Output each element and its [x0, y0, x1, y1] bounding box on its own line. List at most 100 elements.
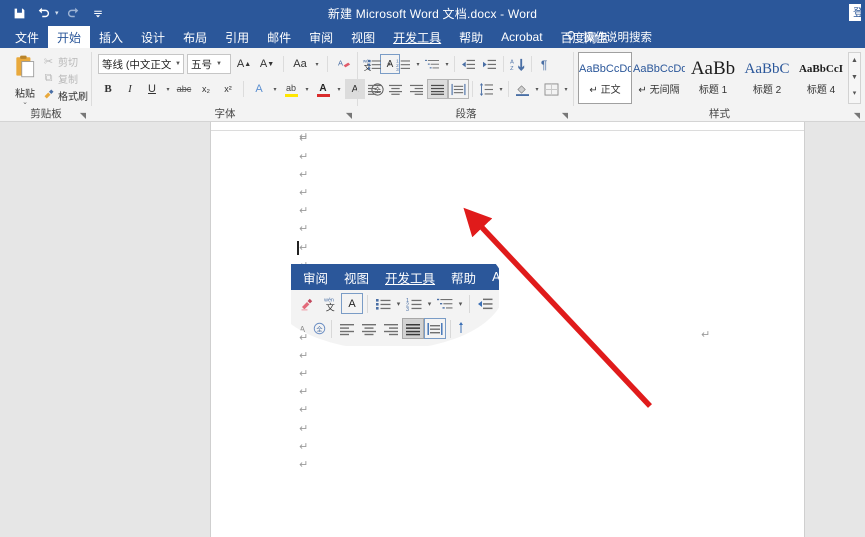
cut-button[interactable]: ✂ 剪切 [42, 53, 88, 70]
copy-button[interactable]: ⧉ 复制 [42, 70, 88, 87]
bullets-caret[interactable]: ▾ [385, 61, 393, 68]
font-name-combo[interactable]: 等线 (中文正文) ▼ [98, 54, 184, 74]
italic-button[interactable]: I [120, 79, 140, 99]
font-color-caret[interactable]: ▾ [335, 86, 343, 93]
strikethrough-button[interactable]: abc [174, 79, 194, 99]
styles-gallery-scrollbar[interactable]: ▲ ▼ ▾ [848, 52, 861, 104]
numbering-icon[interactable]: 123 [403, 293, 425, 314]
font-dialog-launcher[interactable]: ◥ [344, 110, 354, 120]
magnified-tab-3[interactable]: 帮助 [443, 268, 484, 287]
change-case-caret[interactable]: ▾ [313, 61, 321, 68]
style-item-4[interactable]: AaBbCcI 标题 4 [794, 52, 848, 104]
text-effects-icon[interactable]: A [249, 79, 269, 99]
numbering-icon[interactable]: 123 [393, 54, 414, 74]
styles-scroll-up-icon[interactable]: ▲ [849, 53, 860, 70]
sign-in-button[interactable]: 登 [848, 3, 862, 22]
style-item-1[interactable]: AaBbCcDd ↵ 无间隔 [632, 52, 686, 104]
char-border-icon[interactable]: A [341, 293, 363, 314]
paragraph-dialog-launcher[interactable]: ◥ [560, 110, 570, 120]
shading-icon[interactable] [512, 79, 533, 99]
align-center-icon[interactable] [385, 79, 406, 99]
decrease-indent-icon[interactable] [458, 54, 479, 74]
shrink-font-button[interactable]: A ▼ [257, 54, 277, 74]
ribbon-tab-5[interactable]: 引用 [216, 26, 258, 48]
format-painter-label: 格式刷 [58, 92, 88, 103]
underline-caret[interactable]: ▾ [164, 86, 172, 93]
multilevel-list-icon[interactable] [434, 293, 456, 314]
align-center-icon[interactable] [358, 318, 380, 339]
numbering-caret[interactable]: ▾ [414, 61, 422, 68]
shading-caret[interactable]: ▾ [533, 86, 541, 93]
ribbon-tab-11[interactable]: Acrobat [492, 26, 551, 48]
highlight-icon[interactable] [297, 293, 319, 314]
bullets-icon[interactable] [372, 293, 394, 314]
ribbon-tab-strip: 文件 开始 插入 设计 布局 引用 邮件 审阅 视图 开发工具 帮助 Acrobat 百度网盘 操作说明… [0, 26, 865, 48]
subscript-button[interactable]: x₂ [196, 79, 216, 99]
styles-scroll-down-icon[interactable]: ▼ [849, 70, 860, 87]
multilevel-list-icon[interactable] [422, 54, 443, 74]
borders-caret[interactable]: ▾ [562, 86, 570, 93]
font-color-icon[interactable]: A [313, 79, 333, 99]
format-painter-button[interactable]: 格式刷 [42, 87, 88, 104]
ribbon-tab-4[interactable]: 布局 [174, 26, 216, 48]
ribbon-tab-6[interactable]: 邮件 [258, 26, 300, 48]
style-item-3[interactable]: AaBbC 标题 2 [740, 52, 794, 104]
text-effects-caret[interactable]: ▾ [271, 86, 279, 93]
numbering-caret[interactable]: ▾ [425, 300, 434, 308]
show-formatting-marks-icon[interactable]: ¶ [535, 54, 556, 74]
title-bar: ▾ 新建 Microsoft Word 文档.docx - Word 登 [0, 0, 865, 26]
justify-icon[interactable] [402, 318, 424, 339]
align-right-icon[interactable] [406, 79, 427, 99]
highlight-icon[interactable]: ab [281, 79, 301, 99]
ribbon-tab-8[interactable]: 视图 [342, 26, 384, 48]
superscript-button[interactable]: x² [218, 79, 238, 99]
font-size-value: 五号 [191, 58, 212, 71]
justify-icon[interactable] [427, 79, 448, 99]
styles-dialog-launcher[interactable]: ◥ [852, 110, 862, 120]
align-left-icon[interactable] [336, 318, 358, 339]
distributed-align-icon[interactable] [448, 79, 469, 99]
font-size-combo[interactable]: 五号 ▼ [187, 54, 231, 74]
phonetic-guide-icon[interactable]: wén 文 [319, 293, 341, 314]
multilevel-caret[interactable]: ▾ [456, 300, 465, 308]
distributed-align-icon[interactable] [424, 318, 446, 339]
line-spacing-caret[interactable]: ▾ [497, 86, 505, 93]
decrease-indent-icon[interactable] [474, 293, 496, 314]
grow-font-button[interactable]: A ▲ [234, 54, 254, 74]
clear-formatting-icon[interactable]: A [334, 54, 354, 74]
align-right-icon[interactable] [380, 318, 402, 339]
paste-button[interactable]: 粘贴 ⌄ [8, 54, 42, 106]
underline-button[interactable]: U [142, 79, 162, 99]
style-item-0[interactable]: AaBbCcDd ↵ 正文 [578, 52, 632, 104]
tell-me-box[interactable]: 操作说明搜索 [565, 26, 652, 48]
style-name: ↵ 正文 [589, 84, 621, 96]
ribbon-tab-9[interactable]: 开发工具 [384, 26, 450, 48]
styles-more-icon[interactable]: ▾ [849, 86, 860, 103]
multilevel-caret[interactable]: ▾ [443, 61, 451, 68]
bullets-caret[interactable]: ▾ [394, 300, 403, 308]
borders-icon[interactable] [541, 79, 562, 99]
enclose-character-icon[interactable]: 全 [311, 318, 327, 339]
ribbon-tab-7[interactable]: 审阅 [300, 26, 342, 48]
increase-indent-icon[interactable] [479, 54, 500, 74]
ribbon-tab-3[interactable]: 设计 [132, 26, 174, 48]
align-left-icon[interactable] [364, 79, 385, 99]
sort-icon[interactable]: AZ [507, 54, 528, 74]
clipboard-dialog-launcher[interactable]: ◥ [78, 110, 88, 120]
document-page[interactable]: ↵ ↵↵↵↵↵↵↵↵↵↵↵↵↵↵↵↵↵↵↵ ↵ [210, 122, 805, 537]
line-spacing-icon[interactable] [476, 79, 497, 99]
magnified-tab-1[interactable]: 视图 [336, 268, 377, 287]
ribbon-tab-10[interactable]: 帮助 [450, 26, 492, 48]
ribbon-tab-2[interactable]: 插入 [90, 26, 132, 48]
bullets-icon[interactable] [364, 54, 385, 74]
ribbon-tab-0[interactable]: 文件 [6, 26, 48, 48]
magnified-tab-2[interactable]: 开发工具 [377, 268, 443, 287]
magnified-tab-4[interactable]: A [484, 270, 499, 284]
style-item-2[interactable]: AaBb 标题 1 [686, 52, 740, 104]
paragraph-mark-glyph: ↵ [299, 204, 309, 218]
magnified-tab-0[interactable]: 审阅 [295, 268, 336, 287]
highlight-caret[interactable]: ▾ [303, 86, 311, 93]
bold-button[interactable]: B [98, 79, 118, 99]
ribbon-tab-1[interactable]: 开始 [48, 26, 91, 48]
change-case-button[interactable]: Aa [290, 54, 310, 74]
